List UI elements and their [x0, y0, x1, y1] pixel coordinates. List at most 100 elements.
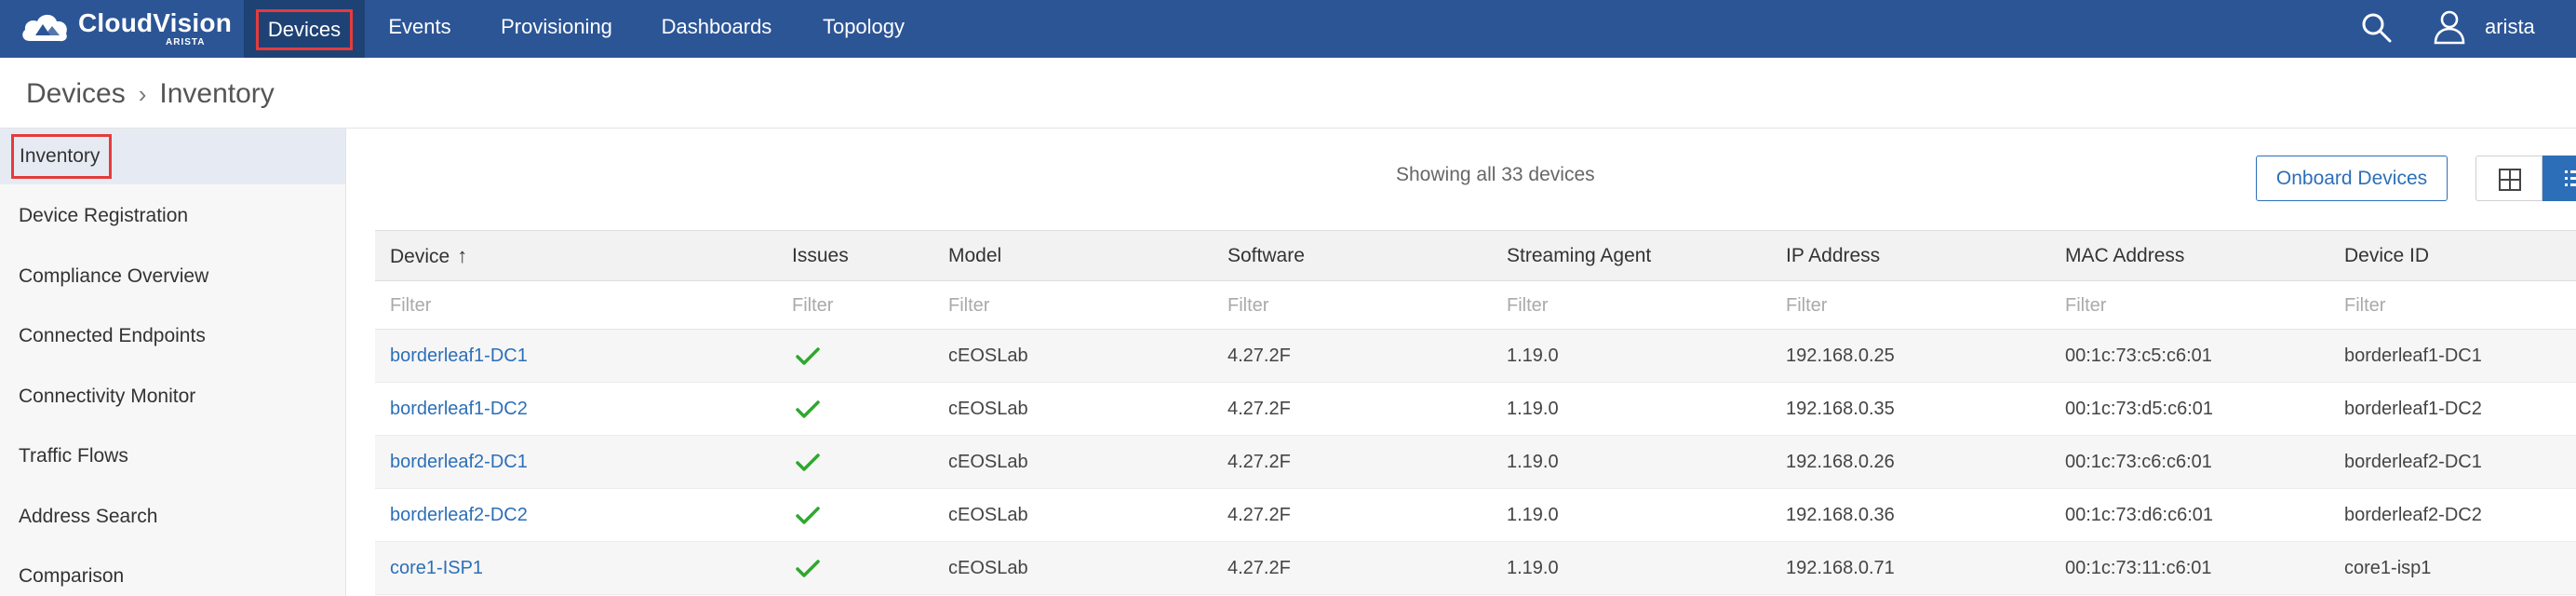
- sidebar-item-label: Address Search: [19, 506, 158, 527]
- mac-address-cell: 00:1c:73:d6:c6:01: [2065, 505, 2214, 525]
- ip-address-cell: 192.168.0.36: [1786, 505, 1895, 525]
- device-id-cell: borderleaf2-DC1: [2344, 452, 2482, 472]
- table-row[interactable]: borderleaf2-DC2 cEOSLab 4.27.2F 1.19.0 192.1…: [375, 489, 2576, 542]
- breadcrumb: Devices › Inventory: [26, 71, 275, 117]
- column-header-issues[interactable]: Issues: [792, 231, 849, 281]
- streaming-agent-cell: 1.19.0: [1507, 399, 1559, 419]
- device-name-link[interactable]: core1-ISP1: [390, 542, 483, 595]
- filter-device-input[interactable]: Filter: [390, 281, 431, 330]
- nav-tab-provisioning[interactable]: Provisioning: [486, 0, 627, 58]
- sidebar-item-address-search[interactable]: Address Search: [0, 489, 345, 545]
- divider: [0, 128, 2576, 129]
- nav-tab-events[interactable]: Events: [370, 0, 469, 58]
- device-name-link[interactable]: borderleaf2-DC2: [390, 489, 528, 542]
- filter-streaming-agent-input[interactable]: Filter: [1507, 281, 1548, 330]
- chevron-right-icon: ›: [138, 80, 147, 108]
- top-nav: CloudVision ARISTA Devices Events Provis…: [0, 0, 2576, 58]
- model-cell: cEOSLab: [948, 399, 1028, 419]
- breadcrumb-page: Inventory: [159, 78, 275, 109]
- streaming-agent-cell: 1.19.0: [1507, 452, 1559, 472]
- streaming-agent-cell: 1.19.0: [1507, 505, 1559, 525]
- table-row[interactable]: core1-ISP1 cEOSLab 4.27.2F 1.19.0 192.168.0.…: [375, 542, 2576, 595]
- sidebar-item-label: Comparison: [19, 565, 125, 587]
- device-name-link[interactable]: borderleaf1-DC2: [390, 383, 528, 436]
- nav-tab-topology[interactable]: Topology: [810, 0, 918, 58]
- list-view-icon: [2565, 170, 2576, 186]
- ip-address-cell: 192.168.0.25: [1786, 345, 1895, 366]
- cloudvision-logo[interactable]: CloudVision ARISTA: [19, 6, 232, 52]
- device-id-cell: borderleaf2-DC2: [2344, 505, 2482, 525]
- column-header-ip-address[interactable]: IP Address: [1786, 231, 1880, 281]
- software-cell: 4.27.2F: [1228, 452, 1291, 472]
- software-cell: 4.27.2F: [1228, 558, 1291, 578]
- software-cell: 4.27.2F: [1228, 399, 1291, 419]
- filter-ip-address-input[interactable]: Filter: [1786, 281, 1827, 330]
- filter-software-input[interactable]: Filter: [1228, 281, 1268, 330]
- mac-address-cell: 00:1c:73:11:c6:01: [2065, 558, 2212, 578]
- sidebar-item-comparison[interactable]: Comparison: [0, 549, 345, 596]
- filter-row: Filter Filter Filter Filter Filter Filte…: [375, 281, 2576, 330]
- check-icon: [796, 347, 820, 365]
- table-row[interactable]: borderleaf1-DC2 cEOSLab 4.27.2F 1.19.0 192.1…: [375, 383, 2576, 436]
- software-cell: 4.27.2F: [1228, 505, 1291, 525]
- mac-address-cell: 00:1c:73:c6:c6:01: [2065, 452, 2212, 472]
- sidebar-item-inventory[interactable]: Inventory: [0, 129, 345, 184]
- nav-tab-label: Provisioning: [501, 15, 612, 38]
- column-header-mac-address[interactable]: MAC Address: [2065, 231, 2184, 281]
- nav-tab-label: Dashboards: [661, 15, 772, 38]
- sidebar-item-label: Inventory: [11, 134, 113, 179]
- column-header-label: Device: [390, 246, 450, 267]
- sidebar-item-compliance-overview[interactable]: Compliance Overview: [0, 249, 345, 305]
- column-header-device[interactable]: Device ↑: [390, 231, 467, 282]
- user-name[interactable]: arista: [2485, 0, 2535, 54]
- device-id-cell: borderleaf1-DC1: [2344, 345, 2482, 366]
- sidebar-item-connectivity-monitor[interactable]: Connectivity Monitor: [0, 369, 345, 425]
- device-id-cell: core1-isp1: [2344, 558, 2432, 578]
- filter-issues-input[interactable]: Filter: [792, 281, 833, 330]
- nav-tab-devices[interactable]: Devices: [244, 0, 365, 58]
- table-row[interactable]: borderleaf2-DC1 cEOSLab 4.27.2F 1.19.0 192.1…: [375, 436, 2576, 489]
- device-name-link[interactable]: borderleaf1-DC1: [390, 330, 528, 383]
- model-cell: cEOSLab: [948, 505, 1028, 525]
- ip-address-cell: 192.168.0.71: [1786, 558, 1895, 578]
- breadcrumb-section[interactable]: Devices: [26, 78, 126, 109]
- grid-view-icon: [2499, 169, 2521, 191]
- device-name-link[interactable]: borderleaf2-DC1: [390, 436, 528, 489]
- mac-address-cell: 00:1c:73:c5:c6:01: [2065, 345, 2212, 366]
- nav-tab-label: Devices: [255, 9, 354, 50]
- filter-device-id-input[interactable]: Filter: [2344, 281, 2385, 330]
- nav-tab-label: Topology: [822, 15, 906, 38]
- model-cell: cEOSLab: [948, 345, 1028, 366]
- check-icon: [796, 454, 820, 471]
- sidebar: Inventory Device Registration Compliance…: [0, 129, 346, 596]
- cloud-logo-icon: [22, 14, 67, 42]
- column-header-device-id[interactable]: Device ID: [2344, 231, 2429, 281]
- table-header: Device ↑ Issues Model Software Streaming …: [375, 230, 2576, 281]
- streaming-agent-cell: 1.19.0: [1507, 345, 1559, 366]
- ip-address-cell: 192.168.0.35: [1786, 399, 1895, 419]
- column-header-model[interactable]: Model: [948, 231, 1001, 281]
- device-id-cell: borderleaf1-DC2: [2344, 399, 2482, 419]
- sidebar-item-connected-endpoints[interactable]: Connected Endpoints: [0, 308, 345, 364]
- brand-sub: ARISTA: [166, 37, 206, 47]
- grid-view-button[interactable]: [2475, 156, 2542, 201]
- user-icon[interactable]: [2433, 9, 2466, 45]
- sidebar-item-device-registration[interactable]: Device Registration: [0, 188, 345, 244]
- filter-mac-address-input[interactable]: Filter: [2065, 281, 2106, 330]
- table-row[interactable]: borderleaf1-DC1 cEOSLab 4.27.2F 1.19.0 192.1…: [375, 330, 2576, 383]
- sidebar-item-label: Traffic Flows: [19, 445, 128, 467]
- model-cell: cEOSLab: [948, 452, 1028, 472]
- list-view-button[interactable]: [2542, 156, 2576, 201]
- mac-address-cell: 00:1c:73:d5:c6:01: [2065, 399, 2214, 419]
- sidebar-item-label: Connected Endpoints: [19, 325, 206, 346]
- filter-model-input[interactable]: Filter: [948, 281, 989, 330]
- nav-tab-dashboards[interactable]: Dashboards: [651, 0, 782, 58]
- check-icon: [796, 507, 820, 524]
- column-header-streaming-agent[interactable]: Streaming Agent: [1507, 231, 1651, 281]
- search-icon[interactable]: [2360, 11, 2394, 45]
- sidebar-item-traffic-flows[interactable]: Traffic Flows: [0, 428, 345, 484]
- sort-ascending-icon[interactable]: ↑: [457, 231, 467, 281]
- ip-address-cell: 192.168.0.26: [1786, 452, 1895, 472]
- onboard-devices-button[interactable]: Onboard Devices: [2256, 156, 2448, 201]
- column-header-software[interactable]: Software: [1228, 231, 1305, 281]
